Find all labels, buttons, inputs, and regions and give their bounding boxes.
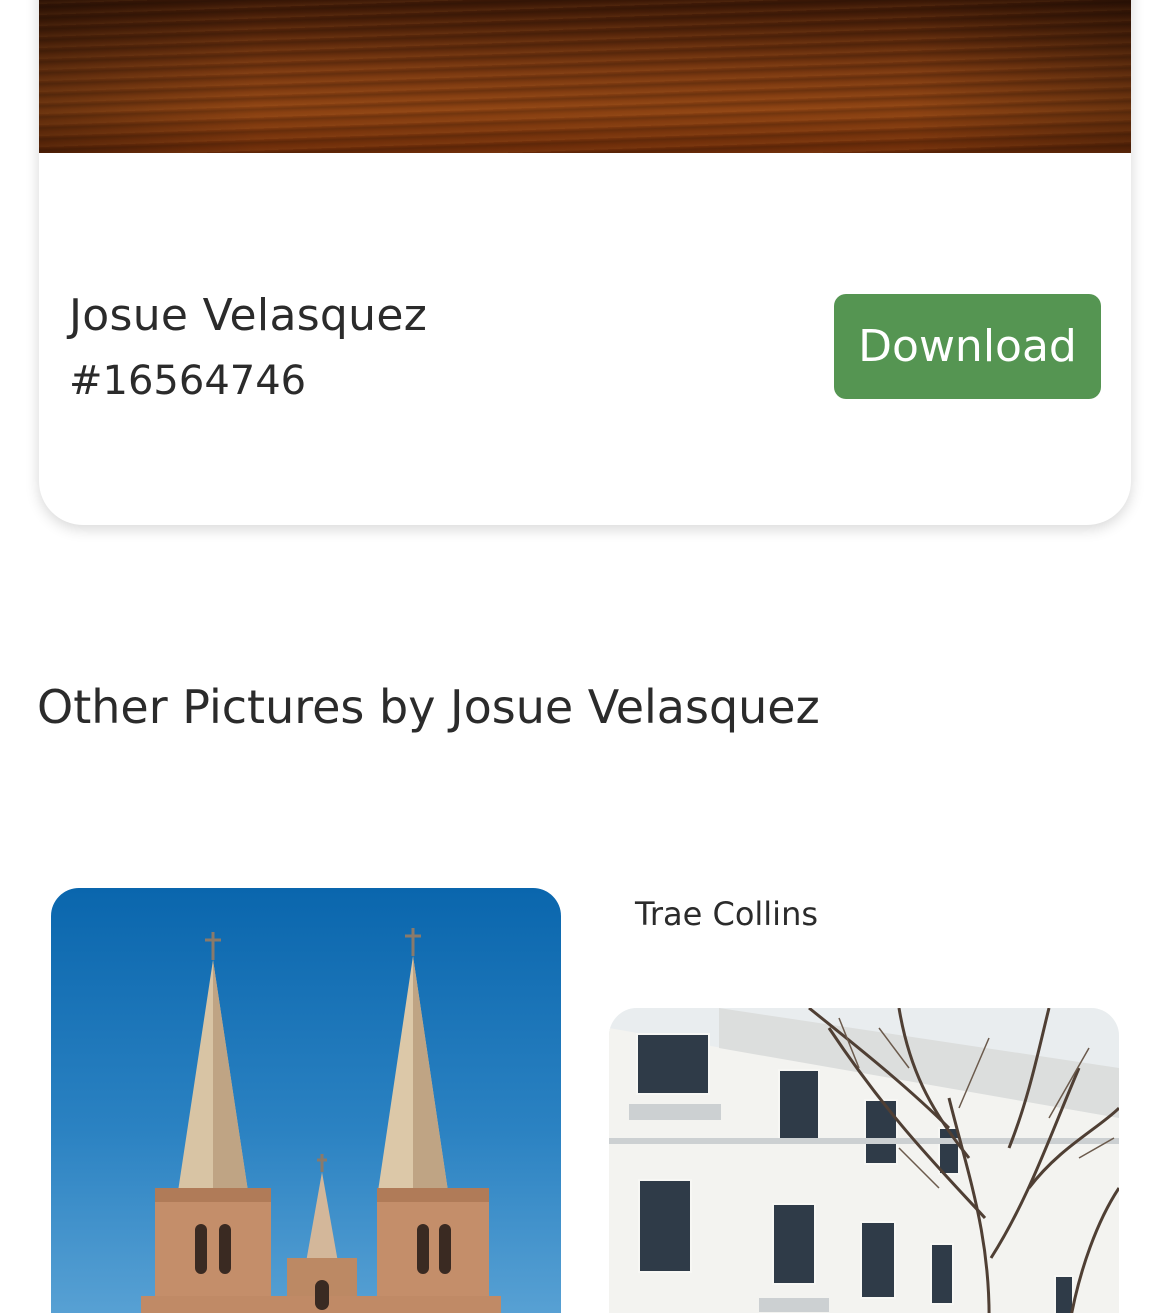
section-title: Other Pictures by Josue Velasquez [37,680,820,734]
download-button[interactable]: Download [834,294,1101,399]
photo-id: #16564746 [69,358,307,404]
building-image [609,1008,1119,1313]
author-name[interactable]: Josue Velasquez [69,290,427,341]
photo-preview[interactable] [39,0,1131,153]
gallery-item-author[interactable]: Trae Collins [635,895,818,933]
gallery-thumbnail-building[interactable] [609,1008,1119,1313]
page: Josue Velasquez #16564746 Download Other… [0,0,1170,1313]
cathedral-image [141,928,501,1313]
gallery-thumbnail-cathedral[interactable] [51,888,561,1313]
photo-card: Josue Velasquez #16564746 Download [39,0,1131,525]
